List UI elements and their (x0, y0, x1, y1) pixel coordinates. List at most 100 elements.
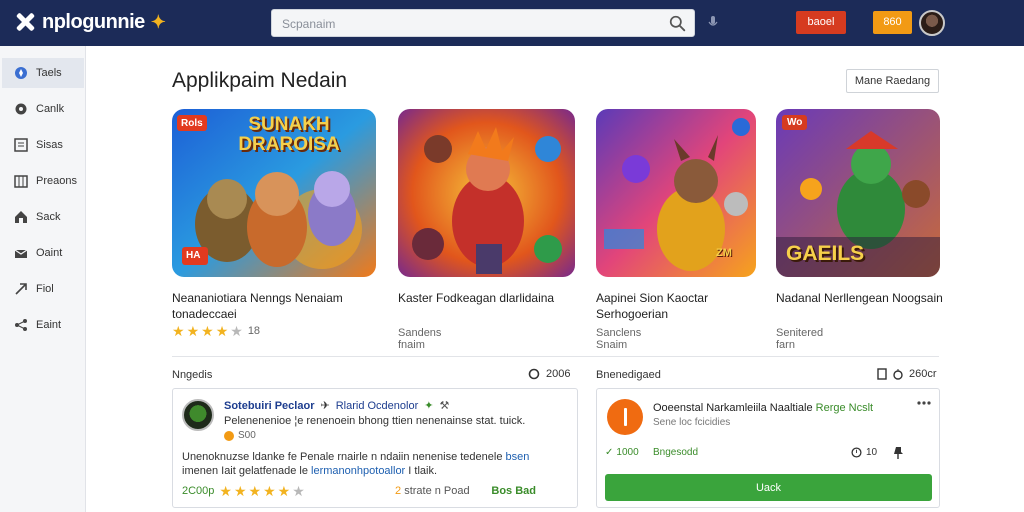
top-bar: nplogunnie ✦ baoel 860 (0, 0, 1024, 46)
suggested-section-label: Bnenedigaed (596, 369, 661, 381)
app-thumbnail[interactable]: Wo GAEILS (776, 109, 940, 277)
thumb-badge: Rols (181, 118, 203, 129)
star-icon: ★ (201, 323, 214, 339)
reviews-tool-value: 2006 (546, 368, 571, 380)
review-body-text: I tlaik. (405, 465, 438, 477)
sidebar-item-oaint[interactable]: Oaint (2, 238, 84, 268)
game-artwork-image (596, 109, 756, 277)
review-body-text: Unenoknuzse ldanke fe Penale rnairle n n… (182, 451, 506, 463)
card-subtitle: Sanclens Snaim (596, 327, 642, 351)
star-icon: ★ (233, 483, 247, 499)
reviewer-name[interactable]: Sotebuiri Peclaor (224, 400, 314, 412)
sidebar-item-label: Sack (36, 211, 61, 223)
sidebar-item-label: Canlk (36, 103, 65, 115)
calendar-icon (14, 175, 28, 188)
star-icon: ★ (186, 323, 200, 339)
user-avatar[interactable] (919, 10, 945, 36)
timer-icon[interactable] (893, 368, 903, 380)
star-icon: ★ (263, 483, 276, 499)
timer-value: 10 (866, 447, 878, 458)
coin-icon (224, 430, 234, 441)
sidebar-item-label: Taels (36, 67, 62, 79)
review-stars: 2C00p ★ ★ ★ ★ ★ ★ (182, 484, 305, 498)
star-empty-icon: ★ (230, 323, 243, 339)
card-subtitle: Sandens fnaim (398, 327, 442, 351)
app-logo[interactable]: nplogunnie ✦ (14, 9, 166, 35)
reviewer-avatar[interactable] (182, 399, 214, 431)
search-input[interactable] (282, 14, 662, 34)
review-stat: 2 strate n Poad (395, 485, 470, 497)
review-body-text: imenen Iait gelatfenade le (182, 465, 312, 477)
card-title: Nadanal Nerllengean Noogsain (776, 291, 943, 305)
sidebar-item-sisas[interactable]: Sisas (2, 130, 84, 160)
share-icon (15, 319, 27, 331)
logo-mark: ✦ (150, 11, 166, 32)
review-action-link[interactable]: Bos Bad (491, 485, 536, 497)
sidebar-item-fiol[interactable]: Fiol (2, 274, 84, 304)
review-meta: S00 (224, 430, 256, 441)
reviewer-badge: Rlarid Ocdenolor (335, 399, 419, 412)
suggested-section-tools[interactable]: 260cr (877, 368, 937, 380)
clock-icon (851, 447, 862, 458)
app-tag: Rerge Ncslt (815, 402, 874, 414)
card-title: Neananiotiara Nenngs Nenaiam tonadeccaei (172, 291, 343, 321)
app-subtitle: Sene loc fcicidies (653, 417, 731, 428)
star-rating: ★ ★ ★ ★ ★ 18 (172, 324, 260, 338)
star-icon: ★ (172, 323, 185, 339)
section-divider (172, 356, 939, 357)
page-title: Applikpaim Nedain (172, 69, 348, 92)
downloads-stat: ✓ 1000 (605, 447, 639, 458)
sidebar-item-label: Oaint (36, 247, 63, 259)
sidebar-item-label: Preaons (36, 175, 77, 187)
red-action-button[interactable]: baoel (796, 11, 846, 34)
review-footer: 2C00p ★ ★ ★ ★ ★ ★ 2 strate n Poad Bos Ba… (182, 484, 540, 500)
app-icon[interactable] (607, 399, 643, 435)
list-icon (14, 138, 28, 152)
app-title-text[interactable]: Ooeenstal Narkamleiila Naaltiale (653, 402, 813, 414)
app-thumbnail[interactable] (398, 109, 575, 277)
reviews-section-tools[interactable]: 2006 (528, 368, 570, 380)
search-icon[interactable] (669, 15, 686, 32)
home-icon (15, 211, 27, 223)
arrow-icon (15, 283, 27, 295)
review-link[interactable]: bsen (506, 451, 530, 463)
mic-icon[interactable] (708, 16, 718, 30)
sidebar-item-taels[interactable]: Taels (2, 58, 84, 88)
card-title: Kaster Fodkeagan dlarlidaina (398, 291, 555, 305)
install-button[interactable]: Uack (605, 474, 932, 501)
star-icon: ★ (277, 483, 291, 499)
suggested-app-card: Ooeenstal Narkamleiila Naaltiale Rerge N… (596, 388, 940, 508)
thumb-title: GAEILS (786, 242, 865, 265)
downloads-value: 1000 (616, 447, 639, 458)
more-options-icon[interactable] (917, 401, 931, 405)
coins-button[interactable]: 860 (873, 11, 912, 34)
rating-count: 18 (247, 325, 261, 337)
thumb-corner-badge: ZM (716, 247, 732, 259)
card-subtitle: Senitered farn (776, 327, 824, 351)
inbox-icon (14, 249, 28, 258)
arrow-icon: ✈ (320, 400, 330, 412)
game-artwork-image (398, 109, 575, 277)
sidebar-item-eaint[interactable]: Eaint (2, 310, 84, 340)
star-icon: ★ (215, 323, 229, 339)
sidebar-item-label: Sisas (36, 139, 63, 151)
sidebar-item-sack[interactable]: Sack (2, 202, 84, 232)
app-thumbnail[interactable]: ZM (596, 109, 756, 277)
review-card: Sotebuiri Peclaor ✈ Rlarid Ocdenolor ✦ ⚒… (172, 388, 578, 508)
thumb-corner-badge: HA (186, 250, 201, 261)
review-stat-text: strate n Poad (404, 485, 470, 497)
app-thumbnail[interactable]: Rols SUNAKH DRAROISA HA (172, 109, 376, 277)
sidebar-item-preaons[interactable]: Preaons (2, 166, 84, 196)
refresh-icon[interactable] (528, 368, 540, 380)
review-summary: Pelenenenioe ¦e renenoein bhong ttien ne… (224, 415, 526, 427)
document-icon[interactable] (877, 368, 887, 380)
sidebar-item-label: Fiol (36, 283, 54, 295)
sidebar-item-label: Eaint (36, 319, 62, 331)
sidebar-item-canlk[interactable]: Canlk (2, 94, 84, 124)
more-button[interactable]: Mane Raedang (846, 69, 939, 93)
review-link[interactable]: lermanonhpotoallor (311, 465, 405, 477)
pin-icon[interactable] (892, 446, 904, 460)
logo-x-icon (14, 11, 36, 33)
category-stat: Bngesodd (653, 447, 699, 458)
tools-icon: ⚒ (439, 400, 450, 412)
